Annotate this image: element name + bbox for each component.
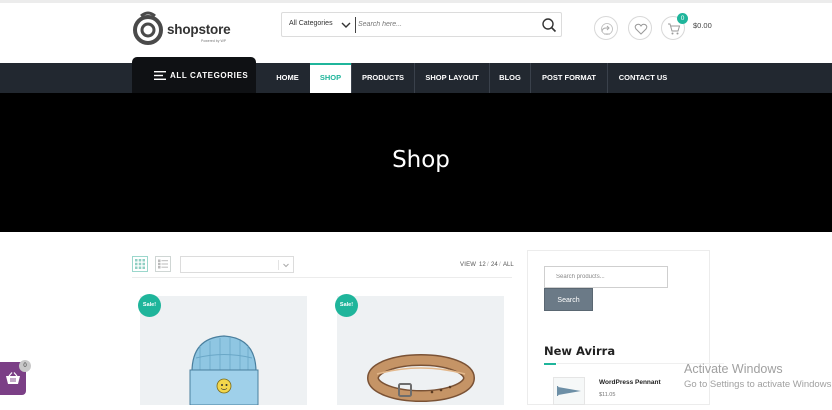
view-separator: / (487, 262, 489, 268)
view-option-all[interactable]: ALL (503, 262, 514, 268)
all-categories-button[interactable]: ALL CATEGORIES (132, 57, 256, 93)
all-categories-label: ALL CATEGORIES (170, 71, 249, 80)
logo-text: shopstore (167, 22, 231, 37)
page-hero-banner: Shop (0, 93, 832, 232)
hamburger-menu-icon (154, 71, 166, 80)
widget-title-accent (544, 363, 556, 365)
logo-tagline: Powered by WP (201, 39, 227, 43)
nav-item-blog[interactable]: BLOG (489, 63, 530, 93)
chevron-down-icon (283, 263, 289, 268)
cart-count-badge: 0 (677, 13, 688, 24)
sidebar-product-thumbnail[interactable] (553, 377, 585, 405)
product-search-button[interactable]: Search (544, 288, 593, 311)
nav-item-post-format[interactable]: POST FORMAT (530, 63, 607, 93)
nav-item-contact-us[interactable]: CONTACT US (607, 63, 678, 93)
sale-badge: Sale! (138, 294, 161, 317)
cart-icon (668, 23, 681, 35)
activation-watermark-title: Activate Windows (684, 362, 783, 376)
sidebar-product-name[interactable]: WordPress Pennant (599, 379, 661, 386)
view-option-12[interactable]: 12 (479, 262, 486, 268)
view-separator: / (499, 262, 501, 268)
compare-icon (601, 23, 613, 35)
header-search: All Categories (281, 12, 562, 37)
search-category-select[interactable]: All Categories (289, 20, 333, 27)
beanie-hat-image (189, 335, 259, 406)
nav-item-products[interactable]: PRODUCTS (351, 63, 414, 93)
product-card-image[interactable] (140, 296, 307, 406)
sidebar-widget-title: New Avirra (544, 344, 616, 358)
activation-watermark-subtitle: Go to Settings to activate Windows. (684, 379, 832, 390)
product-search-input[interactable] (544, 266, 668, 288)
sale-badge: Sale! (335, 294, 358, 317)
sidebar-product-price: $11.05 (599, 392, 616, 398)
sort-select[interactable] (180, 256, 294, 273)
sort-select-divider (278, 260, 279, 270)
compare-button[interactable] (594, 16, 618, 40)
logo-mark-icon (133, 11, 163, 45)
grid-view-button[interactable] (132, 256, 148, 272)
pennant-image (557, 386, 581, 396)
floating-cart-count: 0 (19, 360, 31, 372)
site-logo[interactable]: shopstore Powered by WP (133, 8, 243, 50)
cart-total[interactable]: $0.00 (693, 21, 712, 30)
wishlist-button[interactable] (628, 16, 652, 40)
search-icon[interactable] (541, 17, 557, 33)
toolbar-divider (132, 277, 512, 278)
list-view-icon (158, 259, 168, 269)
page-title: Shop (392, 147, 450, 173)
nav-item-home[interactable]: HOME (265, 63, 310, 93)
heart-icon (634, 23, 648, 35)
list-view-button[interactable] (155, 256, 171, 272)
leather-belt-image (367, 354, 475, 402)
nav-item-shop-layout[interactable]: SHOP LAYOUT (414, 63, 489, 93)
chevron-down-icon[interactable] (340, 19, 352, 31)
grid-view-icon (135, 259, 145, 269)
basket-icon (6, 372, 20, 384)
view-label: VIEW (460, 262, 477, 268)
search-divider (355, 17, 356, 33)
product-card-image[interactable] (337, 296, 504, 405)
search-input[interactable] (358, 16, 528, 33)
view-option-24[interactable]: 24 (491, 262, 498, 268)
nav-item-shop[interactable]: SHOP (310, 63, 351, 93)
